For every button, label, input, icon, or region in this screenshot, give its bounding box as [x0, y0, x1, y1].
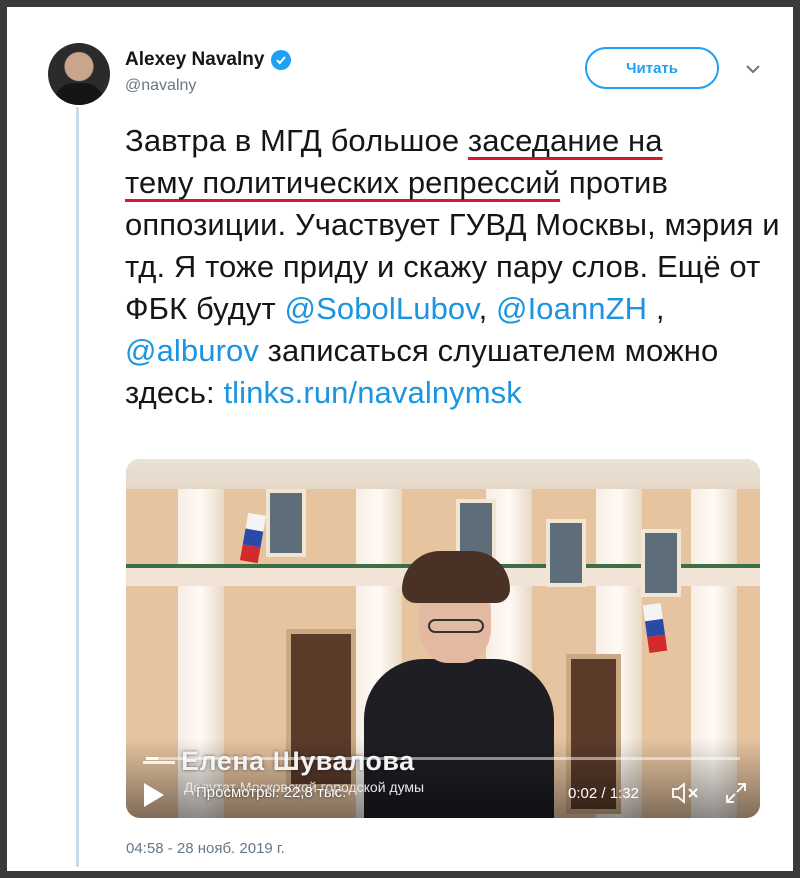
- external-link[interactable]: tlinks.run/navalnymsk: [223, 375, 521, 410]
- underlined-phrase: заседание на: [467, 123, 663, 158]
- mute-icon[interactable]: [671, 781, 701, 805]
- avatar[interactable]: [48, 43, 110, 105]
- underlined-phrase: тему политических репрессий: [125, 165, 561, 200]
- video-time: 0:02 / 1:32: [568, 785, 639, 802]
- view-count: Просмотры: 22,8 тыс.: [196, 784, 347, 801]
- follow-button[interactable]: Читать: [585, 47, 719, 89]
- fullscreen-icon[interactable]: [724, 781, 748, 805]
- author-handle[interactable]: @navalny: [125, 77, 196, 95]
- video-progress-fill: [146, 757, 159, 760]
- mention-link[interactable]: @IoannZH: [496, 291, 647, 326]
- video-progress-bar[interactable]: [146, 757, 740, 760]
- author-name-row[interactable]: Alexey Navalny: [125, 49, 292, 71]
- chevron-down-icon[interactable]: [743, 59, 763, 79]
- tweet-card: Alexey Navalny @navalny Читать Завтра в …: [7, 7, 793, 871]
- tweet-timestamp[interactable]: 04:58 - 28 нояб. 2019 г.: [126, 840, 285, 857]
- tweet-text: Завтра в МГД большое заседание на тему по…: [125, 123, 780, 410]
- play-icon[interactable]: [142, 782, 166, 808]
- video-player[interactable]: Елена Шувалова Депутат Московской городс…: [126, 459, 760, 818]
- mention-link[interactable]: @SobolLubov: [285, 291, 479, 326]
- verified-checkmark-icon: [271, 50, 292, 70]
- author-name[interactable]: Alexey Navalny: [125, 49, 264, 71]
- video-caption-name: Елена Шувалова: [143, 746, 415, 777]
- thread-line: [76, 107, 79, 867]
- mention-link[interactable]: @alburov: [125, 333, 259, 368]
